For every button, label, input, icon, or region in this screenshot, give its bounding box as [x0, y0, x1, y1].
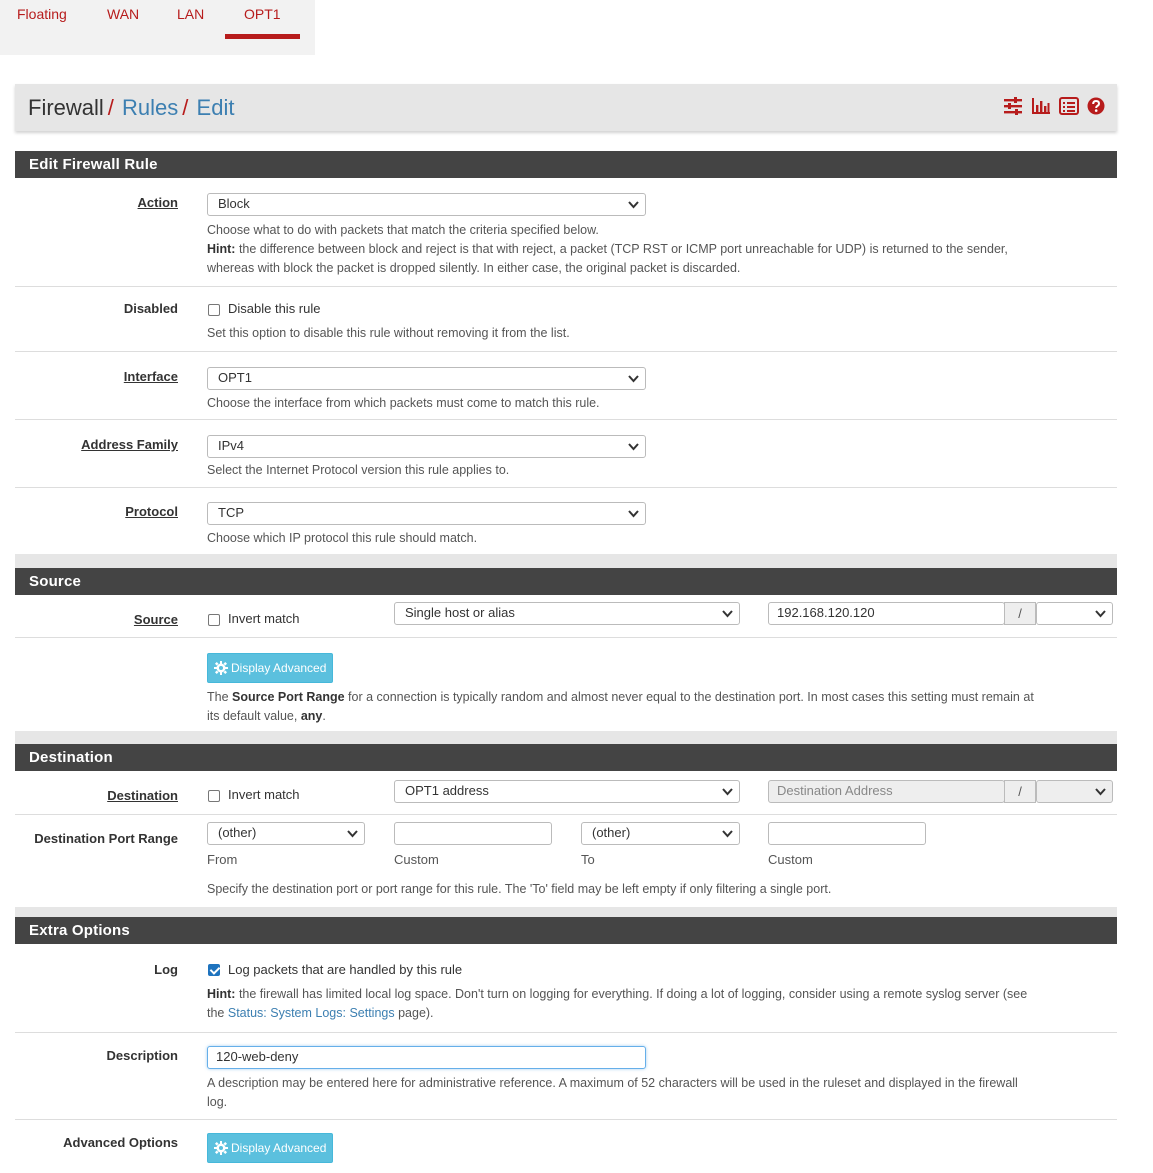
advanced-options-label: Advanced Options: [63, 1135, 178, 1150]
tab-lan[interactable]: LAN: [177, 6, 204, 22]
panel-gap: [15, 907, 1117, 917]
chart-icon[interactable]: [1031, 97, 1051, 115]
log-label: Log: [154, 962, 178, 977]
header-icons: [1003, 97, 1105, 115]
panel-gap: [15, 554, 1117, 568]
disable-rule-checkbox-label: Disable this rule: [228, 301, 321, 316]
protocol-help: Choose which IP protocol this rule shoul…: [207, 531, 478, 545]
destination-invert-label: Invert match: [228, 787, 300, 802]
system-logs-settings-link[interactable]: Status: System Logs: Settings: [228, 1006, 395, 1020]
destination-port-to-select[interactable]: (other): [581, 822, 740, 845]
disable-rule-checkbox[interactable]: [208, 304, 220, 316]
source-display-advanced-button[interactable]: Display Advanced: [207, 653, 334, 683]
destination-port-to-custom-input[interactable]: [768, 822, 926, 845]
panel-heading-extra-options: Extra Options: [15, 917, 1117, 944]
chevron-down-icon: [628, 201, 639, 209]
chevron-down-icon: [347, 830, 358, 838]
interface-help: Choose the interface from which packets …: [207, 396, 600, 410]
disabled-help: Set this option to disable this rule wit…: [207, 326, 570, 340]
chevron-down-icon: [1095, 788, 1106, 796]
address-family-help: Select the Internet Protocol version thi…: [207, 463, 510, 477]
destination-port-range-label: Destination Port Range: [34, 831, 178, 846]
destination-port-help: Specify the destination port or port ran…: [207, 882, 832, 896]
address-family-select[interactable]: IPv4: [207, 435, 646, 458]
destination-mask-select[interactable]: [1036, 780, 1113, 803]
row-advanced-options: Advanced Options Display Advanced: [15, 1120, 1117, 1173]
source-invert-label: Invert match: [228, 611, 300, 626]
port-from-custom-label: Custom: [394, 852, 439, 867]
tab-opt1[interactable]: OPT1: [225, 6, 299, 39]
destination-invert-checkbox[interactable]: [208, 790, 220, 802]
panel-heading-destination: Destination: [15, 744, 1117, 771]
destination-type-select[interactable]: OPT1 address: [394, 780, 740, 803]
gear-icon: [214, 1141, 228, 1155]
chevron-down-icon: [722, 830, 733, 838]
source-mask-select[interactable]: [1036, 602, 1113, 625]
log-checkbox-label: Log packets that are handled by this rul…: [228, 962, 463, 977]
protocol-select[interactable]: TCP: [207, 502, 646, 525]
description-help: A description may be entered here for ad…: [207, 1076, 1018, 1109]
breadcrumb-rules[interactable]: Rules: [122, 95, 178, 120]
panel-gap: [15, 731, 1117, 744]
protocol-label: Protocol: [125, 504, 178, 519]
destination-label: Destination: [107, 788, 178, 803]
source-type-select[interactable]: Single host or alias: [394, 602, 740, 625]
log-help: Hint: the firewall has limited local log…: [207, 987, 1028, 1020]
disabled-label: Disabled: [123, 301, 178, 316]
source-slash: /: [1004, 602, 1036, 625]
description-input[interactable]: 120-web-deny: [207, 1046, 646, 1069]
port-to-label: To: [581, 852, 595, 867]
breadcrumb-firewall: Firewall: [28, 95, 104, 120]
destination-address-input[interactable]: Destination Address: [768, 780, 1005, 803]
action-help: Choose what to do with packets that matc…: [207, 223, 1008, 275]
row-disabled: Disabled Disable this rule Set this opti…: [15, 287, 1117, 352]
source-address-input[interactable]: 192.168.120.120: [768, 602, 1005, 625]
row-source-advanced: Display Advanced The Source Port Range f…: [15, 638, 1117, 736]
address-family-label: Address Family: [81, 437, 178, 452]
panel-heading-source: Source: [15, 568, 1117, 595]
breadcrumb-edit[interactable]: Edit: [197, 95, 235, 120]
gear-icon: [214, 661, 228, 675]
row-action: Action Block Choose what to do with pack…: [15, 178, 1117, 287]
list-icon[interactable]: [1059, 97, 1079, 115]
tab-wan[interactable]: WAN: [107, 6, 139, 22]
destination-slash: /: [1004, 780, 1036, 803]
interface-label: Interface: [123, 369, 178, 384]
chevron-down-icon: [1095, 610, 1106, 618]
row-interface: Interface OPT1 Choose the interface from…: [15, 352, 1117, 420]
advanced-options-display-button[interactable]: Display Advanced: [207, 1133, 334, 1163]
row-destination: Destination Invert match OPT1 address De…: [15, 771, 1117, 815]
row-protocol: Protocol TCP Choose which IP protocol th…: [15, 488, 1117, 554]
row-log: Log Log packets that are handled by this…: [15, 944, 1117, 1033]
row-address-family: Address Family IPv4 Select the Internet …: [15, 420, 1117, 488]
sliders-icon[interactable]: [1003, 97, 1023, 115]
row-source: Source Invert match Single host or alias…: [15, 595, 1117, 638]
log-checkbox[interactable]: [208, 964, 220, 976]
source-help: The Source Port Range for a connection i…: [207, 690, 1034, 723]
chevron-down-icon: [628, 510, 639, 518]
action-label: Action: [137, 195, 178, 210]
help-icon[interactable]: [1087, 97, 1105, 115]
panel-heading-edit-rule: Edit Firewall Rule: [15, 151, 1117, 178]
port-to-custom-label: Custom: [768, 852, 813, 867]
destination-port-from-custom-input[interactable]: [394, 822, 552, 845]
source-invert-checkbox[interactable]: [208, 614, 220, 626]
row-description: Description 120-web-deny A description m…: [15, 1033, 1117, 1120]
source-label: Source: [133, 612, 178, 627]
port-from-label: From: [207, 852, 238, 867]
action-select[interactable]: Block: [207, 193, 646, 216]
description-label: Description: [106, 1048, 178, 1063]
breadcrumb: Firewall / Rules / Edit: [28, 95, 235, 120]
chevron-down-icon: [628, 375, 639, 383]
chevron-down-icon: [628, 443, 639, 451]
breadcrumb-bar: Firewall / Rules / Edit: [15, 84, 1117, 131]
rule-tabs: Floating WAN LAN OPT1: [0, 0, 315, 55]
destination-port-from-select[interactable]: (other): [207, 822, 365, 845]
tab-floating[interactable]: Floating: [17, 6, 67, 22]
chevron-down-icon: [722, 788, 733, 796]
interface-select[interactable]: OPT1: [207, 367, 646, 390]
row-destination-port-range: Destination Port Range (other) (other) F…: [15, 815, 1117, 907]
chevron-down-icon: [722, 610, 733, 618]
